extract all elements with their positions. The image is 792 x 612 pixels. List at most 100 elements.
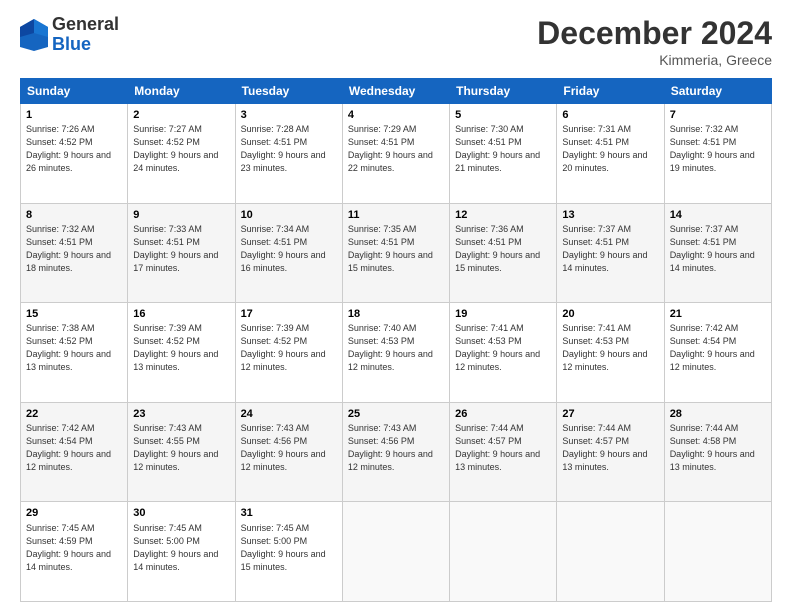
calendar-cell: 10 Sunrise: 7:34 AMSunset: 4:51 PMDaylig… — [235, 203, 342, 303]
day-info: Sunrise: 7:42 AMSunset: 4:54 PMDaylight:… — [26, 423, 111, 472]
calendar-cell: 28 Sunrise: 7:44 AMSunset: 4:58 PMDaylig… — [664, 402, 771, 502]
calendar-table: SundayMondayTuesdayWednesdayThursdayFrid… — [20, 78, 772, 602]
day-number: 30 — [133, 506, 229, 520]
calendar-day-header: Wednesday — [342, 79, 449, 104]
day-number: 5 — [455, 108, 551, 122]
calendar-day-header: Friday — [557, 79, 664, 104]
calendar-day-header: Saturday — [664, 79, 771, 104]
calendar-cell: 24 Sunrise: 7:43 AMSunset: 4:56 PMDaylig… — [235, 402, 342, 502]
day-number: 31 — [241, 506, 337, 520]
day-info: Sunrise: 7:32 AMSunset: 4:51 PMDaylight:… — [26, 224, 111, 273]
day-info: Sunrise: 7:35 AMSunset: 4:51 PMDaylight:… — [348, 224, 433, 273]
day-info: Sunrise: 7:29 AMSunset: 4:51 PMDaylight:… — [348, 124, 433, 173]
day-info: Sunrise: 7:31 AMSunset: 4:51 PMDaylight:… — [562, 124, 647, 173]
day-number: 24 — [241, 407, 337, 421]
day-number: 15 — [26, 307, 122, 321]
day-number: 6 — [562, 108, 658, 122]
calendar-cell: 29 Sunrise: 7:45 AMSunset: 4:59 PMDaylig… — [21, 502, 128, 602]
day-number: 20 — [562, 307, 658, 321]
day-info: Sunrise: 7:45 AMSunset: 4:59 PMDaylight:… — [26, 523, 111, 572]
calendar-cell — [450, 502, 557, 602]
calendar-cell: 13 Sunrise: 7:37 AMSunset: 4:51 PMDaylig… — [557, 203, 664, 303]
day-info: Sunrise: 7:43 AMSunset: 4:56 PMDaylight:… — [348, 423, 433, 472]
day-number: 18 — [348, 307, 444, 321]
calendar-cell: 14 Sunrise: 7:37 AMSunset: 4:51 PMDaylig… — [664, 203, 771, 303]
calendar-cell: 12 Sunrise: 7:36 AMSunset: 4:51 PMDaylig… — [450, 203, 557, 303]
calendar-cell: 18 Sunrise: 7:40 AMSunset: 4:53 PMDaylig… — [342, 303, 449, 403]
calendar-cell: 22 Sunrise: 7:42 AMSunset: 4:54 PMDaylig… — [21, 402, 128, 502]
day-number: 7 — [670, 108, 766, 122]
day-number: 17 — [241, 307, 337, 321]
month-title: December 2024 — [537, 15, 772, 52]
day-info: Sunrise: 7:41 AMSunset: 4:53 PMDaylight:… — [455, 323, 540, 372]
day-info: Sunrise: 7:39 AMSunset: 4:52 PMDaylight:… — [241, 323, 326, 372]
day-info: Sunrise: 7:26 AMSunset: 4:52 PMDaylight:… — [26, 124, 111, 173]
day-info: Sunrise: 7:45 AMSunset: 5:00 PMDaylight:… — [241, 523, 326, 572]
calendar-cell: 1 Sunrise: 7:26 AMSunset: 4:52 PMDayligh… — [21, 104, 128, 204]
day-info: Sunrise: 7:41 AMSunset: 4:53 PMDaylight:… — [562, 323, 647, 372]
calendar-week-row: 29 Sunrise: 7:45 AMSunset: 4:59 PMDaylig… — [21, 502, 772, 602]
calendar-week-row: 8 Sunrise: 7:32 AMSunset: 4:51 PMDayligh… — [21, 203, 772, 303]
calendar-cell — [342, 502, 449, 602]
day-number: 12 — [455, 208, 551, 222]
day-info: Sunrise: 7:27 AMSunset: 4:52 PMDaylight:… — [133, 124, 218, 173]
day-info: Sunrise: 7:30 AMSunset: 4:51 PMDaylight:… — [455, 124, 540, 173]
calendar-week-row: 15 Sunrise: 7:38 AMSunset: 4:52 PMDaylig… — [21, 303, 772, 403]
calendar-week-row: 22 Sunrise: 7:42 AMSunset: 4:54 PMDaylig… — [21, 402, 772, 502]
logo-icon — [20, 19, 48, 51]
logo-blue: Blue — [52, 35, 119, 55]
day-info: Sunrise: 7:44 AMSunset: 4:58 PMDaylight:… — [670, 423, 755, 472]
calendar-cell: 26 Sunrise: 7:44 AMSunset: 4:57 PMDaylig… — [450, 402, 557, 502]
day-number: 2 — [133, 108, 229, 122]
calendar-cell: 21 Sunrise: 7:42 AMSunset: 4:54 PMDaylig… — [664, 303, 771, 403]
calendar-cell: 16 Sunrise: 7:39 AMSunset: 4:52 PMDaylig… — [128, 303, 235, 403]
day-info: Sunrise: 7:38 AMSunset: 4:52 PMDaylight:… — [26, 323, 111, 372]
calendar-cell: 15 Sunrise: 7:38 AMSunset: 4:52 PMDaylig… — [21, 303, 128, 403]
day-number: 28 — [670, 407, 766, 421]
day-number: 10 — [241, 208, 337, 222]
calendar-cell — [664, 502, 771, 602]
day-number: 26 — [455, 407, 551, 421]
location-subtitle: Kimmeria, Greece — [537, 52, 772, 68]
day-info: Sunrise: 7:37 AMSunset: 4:51 PMDaylight:… — [670, 224, 755, 273]
day-info: Sunrise: 7:43 AMSunset: 4:56 PMDaylight:… — [241, 423, 326, 472]
day-number: 3 — [241, 108, 337, 122]
day-number: 9 — [133, 208, 229, 222]
page: General Blue December 2024 Kimmeria, Gre… — [0, 0, 792, 612]
calendar-cell: 6 Sunrise: 7:31 AMSunset: 4:51 PMDayligh… — [557, 104, 664, 204]
logo: General Blue — [20, 15, 119, 55]
calendar-cell: 8 Sunrise: 7:32 AMSunset: 4:51 PMDayligh… — [21, 203, 128, 303]
day-number: 21 — [670, 307, 766, 321]
calendar-cell: 11 Sunrise: 7:35 AMSunset: 4:51 PMDaylig… — [342, 203, 449, 303]
calendar-week-row: 1 Sunrise: 7:26 AMSunset: 4:52 PMDayligh… — [21, 104, 772, 204]
header: General Blue December 2024 Kimmeria, Gre… — [20, 15, 772, 68]
day-number: 8 — [26, 208, 122, 222]
calendar-day-header: Monday — [128, 79, 235, 104]
day-info: Sunrise: 7:33 AMSunset: 4:51 PMDaylight:… — [133, 224, 218, 273]
day-info: Sunrise: 7:43 AMSunset: 4:55 PMDaylight:… — [133, 423, 218, 472]
calendar-cell: 23 Sunrise: 7:43 AMSunset: 4:55 PMDaylig… — [128, 402, 235, 502]
calendar-cell — [557, 502, 664, 602]
calendar-cell: 5 Sunrise: 7:30 AMSunset: 4:51 PMDayligh… — [450, 104, 557, 204]
day-number: 25 — [348, 407, 444, 421]
day-info: Sunrise: 7:37 AMSunset: 4:51 PMDaylight:… — [562, 224, 647, 273]
day-info: Sunrise: 7:45 AMSunset: 5:00 PMDaylight:… — [133, 523, 218, 572]
day-number: 19 — [455, 307, 551, 321]
logo-text: General Blue — [52, 15, 119, 55]
calendar-cell: 2 Sunrise: 7:27 AMSunset: 4:52 PMDayligh… — [128, 104, 235, 204]
day-info: Sunrise: 7:44 AMSunset: 4:57 PMDaylight:… — [455, 423, 540, 472]
day-number: 27 — [562, 407, 658, 421]
calendar-cell: 31 Sunrise: 7:45 AMSunset: 5:00 PMDaylig… — [235, 502, 342, 602]
day-number: 16 — [133, 307, 229, 321]
calendar-cell: 17 Sunrise: 7:39 AMSunset: 4:52 PMDaylig… — [235, 303, 342, 403]
day-number: 13 — [562, 208, 658, 222]
calendar-day-header: Sunday — [21, 79, 128, 104]
day-number: 14 — [670, 208, 766, 222]
calendar-cell: 19 Sunrise: 7:41 AMSunset: 4:53 PMDaylig… — [450, 303, 557, 403]
logo-general: General — [52, 15, 119, 35]
calendar-cell: 9 Sunrise: 7:33 AMSunset: 4:51 PMDayligh… — [128, 203, 235, 303]
day-number: 29 — [26, 506, 122, 520]
calendar-cell: 27 Sunrise: 7:44 AMSunset: 4:57 PMDaylig… — [557, 402, 664, 502]
day-number: 4 — [348, 108, 444, 122]
calendar-day-header: Thursday — [450, 79, 557, 104]
